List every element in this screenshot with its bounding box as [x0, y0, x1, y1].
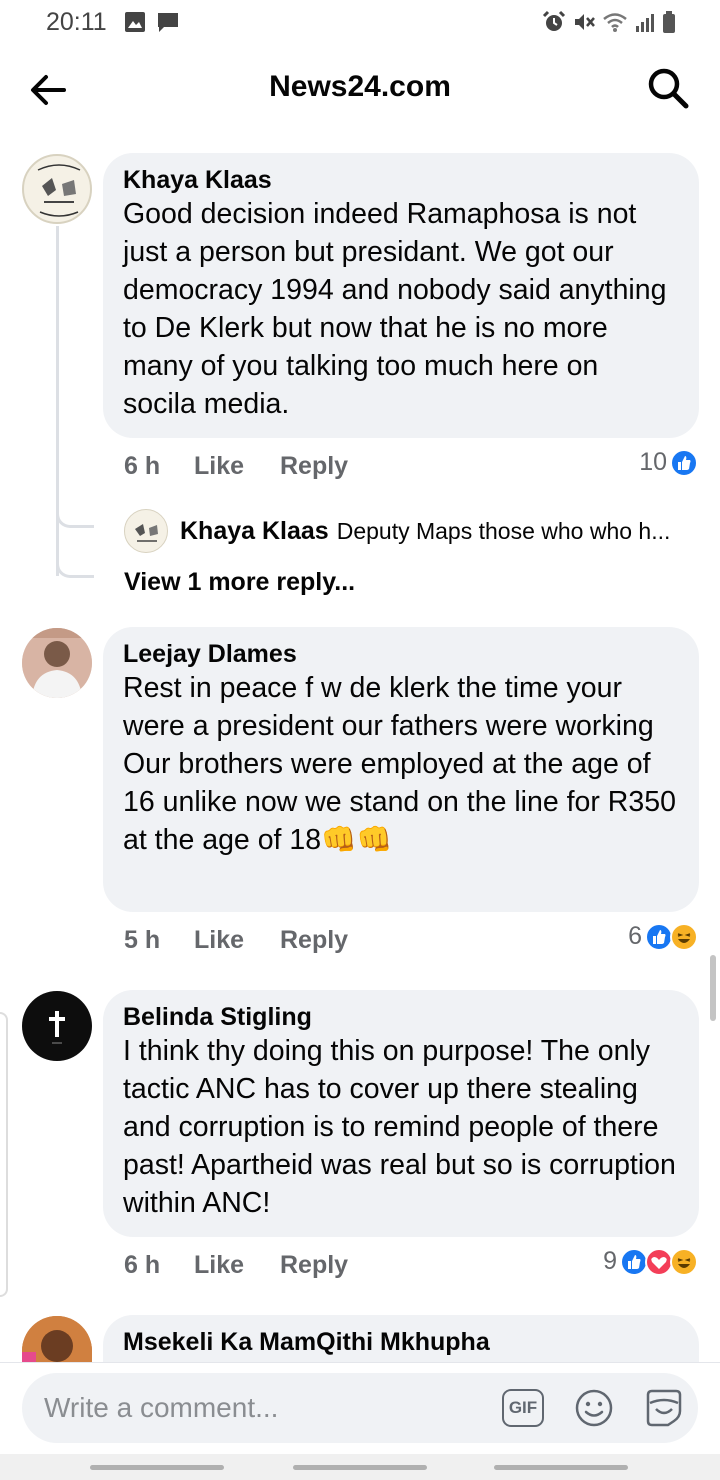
- comment-author[interactable]: Khaya Klaas: [123, 165, 679, 195]
- reply-button[interactable]: Reply: [280, 926, 348, 955]
- love-reaction-icon: [645, 1247, 673, 1276]
- nav-back[interactable]: [494, 1465, 628, 1470]
- system-nav-bar: [0, 1454, 720, 1480]
- comment-bubble[interactable]: Leejay Dlames Rest in peace f w de klerk…: [103, 627, 699, 912]
- image-icon: [125, 12, 145, 32]
- page-title: News24.com: [269, 70, 451, 103]
- comment-time[interactable]: 6 h: [124, 1251, 194, 1280]
- reply-preview[interactable]: Khaya Klaas Deputy Maps those who who h.…: [124, 509, 670, 553]
- signal-icon: [636, 14, 654, 32]
- haha-reaction-icon: [670, 922, 698, 951]
- avatar[interactable]: [22, 154, 92, 224]
- reaction-summary[interactable]: 9: [603, 1247, 698, 1276]
- comment-bubble[interactable]: Msekeli Ka MamQithi Mkhupha: [103, 1315, 699, 1362]
- avatar-photo-icon: [22, 1316, 92, 1362]
- side-panel-edge[interactable]: [0, 1012, 8, 1297]
- haha-reaction-icon: [670, 1247, 698, 1276]
- reply-button[interactable]: Reply: [280, 1251, 348, 1280]
- comment-bubble[interactable]: Khaya Klaas Good decision indeed Ramapho…: [103, 153, 699, 438]
- like-reaction-icon: [645, 922, 673, 951]
- comment-text: Rest in peace f w de klerk the time your…: [123, 672, 654, 742]
- avatar[interactable]: [22, 991, 92, 1061]
- battery-icon: [663, 11, 675, 33]
- nav-home[interactable]: [293, 1465, 427, 1470]
- comment-text: I think thy doing this on purpose! The o…: [123, 1035, 676, 1219]
- message-icon: [158, 13, 178, 32]
- avatar[interactable]: [22, 628, 92, 698]
- comment-time[interactable]: 6 h: [124, 452, 194, 481]
- like-button[interactable]: Like: [194, 1251, 280, 1280]
- mute-icon: [575, 14, 595, 30]
- comment-text: Our brothers were employed at the age of…: [123, 748, 676, 856]
- reaction-summary[interactable]: 6: [628, 922, 698, 951]
- cross-icon: [49, 1011, 65, 1044]
- wifi-icon: [603, 13, 627, 32]
- status-time: 20:11: [46, 8, 107, 36]
- reply-author[interactable]: Khaya Klaas: [180, 517, 329, 546]
- reaction-count: 6: [628, 922, 642, 950]
- reaction-count: 9: [603, 1247, 617, 1275]
- comment-author[interactable]: Leejay Dlames: [123, 639, 679, 669]
- thread-branch: [56, 556, 94, 578]
- thread-line: [56, 226, 59, 576]
- comment-bubble[interactable]: Belinda Stigling I think thy doing this …: [103, 990, 699, 1237]
- sticker-icon[interactable]: [642, 1387, 686, 1429]
- reply-text: Deputy Maps those who who h...: [336, 517, 671, 544]
- view-more-replies-link[interactable]: View 1 more reply...: [124, 568, 355, 597]
- reaction-summary[interactable]: 10: [639, 448, 698, 477]
- avatar-photo-icon: [22, 628, 92, 698]
- alarm-icon: [542, 10, 566, 31]
- emoji-icon[interactable]: [574, 1388, 614, 1428]
- avatar[interactable]: [124, 509, 168, 553]
- comment-input-placeholder: Write a comment...: [44, 1392, 279, 1423]
- comment-composer: Write a comment... GIF: [0, 1362, 720, 1454]
- like-button[interactable]: Like: [194, 452, 280, 481]
- reply-button[interactable]: Reply: [280, 452, 348, 481]
- comment-text: Good decision indeed Ramaphosa is not ju…: [123, 198, 667, 420]
- status-bar: 20:11: [0, 0, 720, 44]
- avatar-logo-icon: [37, 164, 81, 217]
- comment-actions: 6 h Like Reply: [124, 1251, 348, 1280]
- comment-time[interactable]: 5 h: [124, 926, 194, 955]
- search-icon[interactable]: [646, 66, 690, 110]
- avatar[interactable]: [22, 1316, 92, 1362]
- like-button[interactable]: Like: [194, 926, 280, 955]
- avatar-logo-icon: [135, 524, 158, 542]
- comment-actions: 5 h Like Reply: [124, 926, 348, 955]
- comment-input[interactable]: Write a comment... GIF: [22, 1373, 698, 1443]
- comment-author[interactable]: Belinda Stigling: [123, 1002, 679, 1032]
- like-reaction-icon: [620, 1247, 648, 1276]
- comment-actions: 6 h Like Reply: [124, 452, 348, 481]
- comment-author[interactable]: Msekeli Ka MamQithi Mkhupha: [123, 1327, 679, 1357]
- gif-button[interactable]: GIF: [502, 1389, 544, 1427]
- app-header: News24.com: [0, 44, 720, 134]
- thread-branch: [56, 506, 94, 528]
- nav-recents[interactable]: [90, 1465, 224, 1470]
- reaction-count: 10: [639, 448, 667, 476]
- like-reaction-icon: [670, 448, 698, 477]
- scrollbar[interactable]: [710, 955, 716, 1021]
